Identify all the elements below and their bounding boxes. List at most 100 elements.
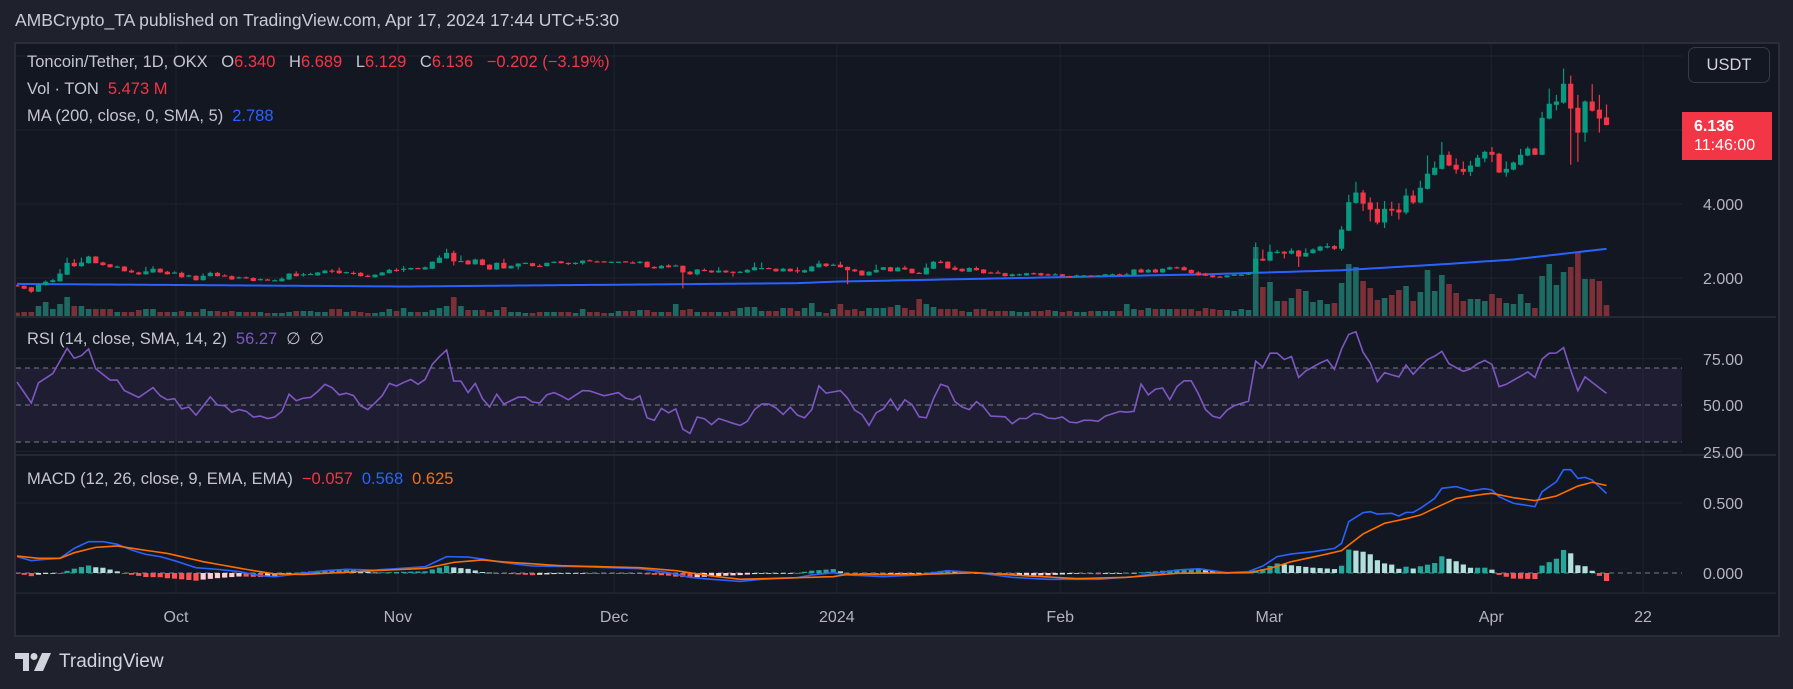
candle-body <box>1281 251 1287 254</box>
volume-label: Vol · TON <box>27 80 99 98</box>
volume-bar <box>1073 312 1080 316</box>
currency-button[interactable]: USDT <box>1688 47 1770 83</box>
candle-body <box>1152 269 1159 273</box>
volume-bar <box>1052 311 1058 316</box>
candle-body <box>465 260 471 265</box>
volume-bar <box>171 312 178 316</box>
volume-bar <box>279 313 285 316</box>
macd-histogram-bar <box>1331 569 1338 573</box>
macd-histogram-bar <box>1353 550 1359 573</box>
macd-histogram-bar <box>71 568 77 573</box>
candle-body <box>1389 208 1395 211</box>
volume-bar <box>264 313 271 316</box>
volume-bar <box>902 308 908 316</box>
volume-bar <box>307 311 314 316</box>
candle-body <box>981 269 987 274</box>
volume-bar <box>1439 275 1445 316</box>
candle-body <box>1217 276 1223 278</box>
volume-bar <box>1260 287 1266 316</box>
volume-bar <box>787 308 794 316</box>
candle-body <box>1553 101 1559 105</box>
volume-bar <box>1560 272 1567 316</box>
candle-body <box>1482 151 1488 159</box>
macd-histogram-bar <box>1532 573 1538 580</box>
volume-bar <box>479 310 486 316</box>
candle-body <box>350 272 357 275</box>
macd-histogram-bar <box>1439 556 1445 573</box>
candle-body <box>479 259 485 266</box>
candle-body <box>1503 168 1509 173</box>
candle-body <box>529 263 536 267</box>
volume-bar <box>579 309 586 316</box>
volume-bar <box>859 311 865 316</box>
high-label: H <box>289 53 301 71</box>
macd-histogram-bar <box>1381 563 1388 573</box>
candle-body <box>1589 101 1595 111</box>
macd-histogram-bar <box>1117 573 1123 574</box>
candle-body <box>1052 274 1058 276</box>
macd-histogram-bar <box>1360 551 1366 573</box>
candle-body <box>844 266 851 271</box>
volume-bar <box>1410 301 1416 316</box>
macd-legend[interactable]: MACD (12, 26, close, 9, EMA, EMA) −0.057 0… <box>27 470 453 489</box>
volume-bar <box>1131 309 1137 316</box>
volume-bar <box>1138 310 1144 316</box>
volume-bar <box>551 312 557 316</box>
candle-body <box>150 268 156 273</box>
macd-histogram-bar <box>50 573 56 574</box>
macd-histogram-bar <box>515 573 521 575</box>
volume-bar <box>515 312 521 316</box>
volume-bar <box>386 309 393 316</box>
macd-histogram-bar <box>21 573 27 575</box>
candle-body <box>315 272 321 276</box>
volume-bar <box>701 312 708 316</box>
candle-body <box>322 270 328 274</box>
rsi-tick-50: 50.00 <box>1703 398 1743 415</box>
candle-body <box>1410 195 1416 203</box>
volume-bar <box>85 309 92 316</box>
ma-legend[interactable]: MA (200, close, 0, SMA, 5) 2.788 <box>27 107 274 126</box>
symbol-name[interactable]: Toncoin/Tether, 1D, OKX <box>27 53 208 71</box>
candle-body <box>458 260 464 263</box>
volume-bar <box>608 313 615 316</box>
candle-body <box>415 268 421 270</box>
volume-bar <box>1496 298 1502 316</box>
candle-body <box>121 266 127 272</box>
volume-bar <box>1267 282 1273 316</box>
symbol-legend[interactable]: Toncoin/Tether, 1D, OKX O6.340 H6.689 L6… <box>27 53 610 72</box>
volume-legend[interactable]: Vol · TON 5.473 M <box>27 80 167 99</box>
macd-histogram-bar <box>136 573 142 576</box>
candle-body <box>930 261 937 269</box>
volume-bar <box>730 311 736 316</box>
macd-histogram-bar <box>587 573 593 574</box>
volume-bar <box>372 313 378 316</box>
candle-body <box>472 259 478 265</box>
volume-bar <box>379 312 385 316</box>
candle-body <box>1231 274 1237 276</box>
rsi-legend[interactable]: RSI (14, close, SMA, 14, 2) 56.27 ∅ ∅ <box>27 329 324 349</box>
macd-histogram-bar <box>444 565 450 573</box>
candle-body <box>1188 269 1194 274</box>
candle-body <box>866 271 872 276</box>
tradingview-logo[interactable]: TradingView <box>15 651 164 673</box>
volume-bar <box>672 304 679 316</box>
volume-bar <box>1145 308 1152 316</box>
candle-body <box>193 275 199 281</box>
volume-bar <box>200 309 206 316</box>
candle-body <box>207 272 213 277</box>
candle-body <box>50 280 56 283</box>
volume-bar <box>1295 289 1302 316</box>
macd-histogram-bar <box>157 573 163 578</box>
volume-bar <box>343 312 350 316</box>
candle-body <box>1267 251 1273 261</box>
candle-body <box>1439 154 1445 169</box>
macd-histogram-bar <box>1317 568 1323 573</box>
macd-histogram-bar <box>1510 573 1517 579</box>
macd-histogram-bar <box>415 571 421 573</box>
candle-body <box>429 261 435 269</box>
candle-body <box>71 262 77 267</box>
volume-bar <box>508 312 514 316</box>
candle-body <box>809 266 815 272</box>
candle-body <box>515 263 521 267</box>
volume-bar <box>1524 303 1531 316</box>
